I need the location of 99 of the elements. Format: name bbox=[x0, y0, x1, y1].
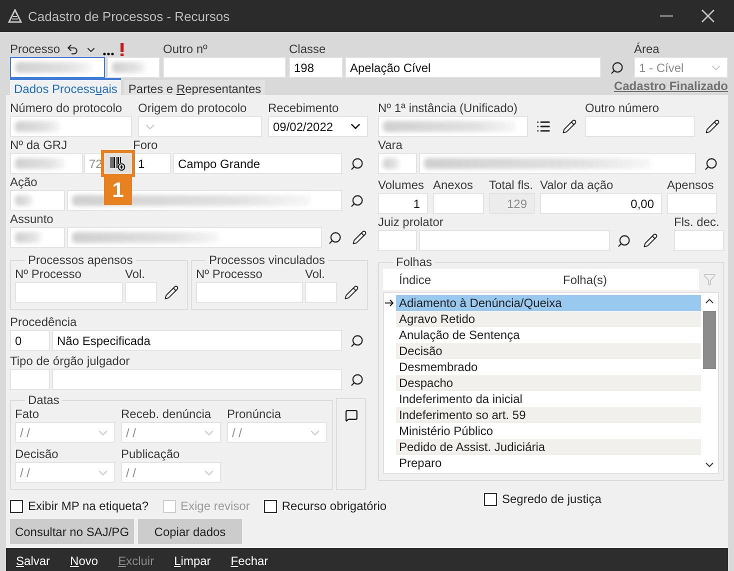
action-button[interactable]: Copiar dados bbox=[138, 519, 242, 544]
pencil-icon bbox=[562, 119, 576, 134]
pencil-icon bbox=[164, 285, 178, 300]
comment-icon bbox=[344, 409, 358, 422]
field-label: Vara bbox=[378, 138, 404, 152]
field-label: Fls. dec. bbox=[674, 215, 720, 229]
column-header[interactable]: Folha(s) bbox=[563, 269, 699, 290]
field-label: Foro bbox=[133, 138, 159, 152]
list-item[interactable]: Indeferimento so art. 59 bbox=[396, 407, 701, 423]
field-label: Número do protocolo bbox=[10, 101, 124, 115]
group-title: Processos apensos bbox=[27, 253, 134, 267]
search-icon bbox=[704, 156, 718, 170]
app-logo-icon bbox=[8, 9, 22, 23]
field-label: Apensos bbox=[667, 178, 715, 192]
checkbox[interactable] bbox=[484, 492, 497, 506]
field-label: Procedência bbox=[10, 315, 78, 329]
group-title: Processos vinculados bbox=[208, 253, 326, 267]
field-label: Total fls. bbox=[489, 178, 534, 192]
field-label: Volumes bbox=[378, 178, 426, 192]
close-icon bbox=[701, 9, 715, 23]
field-label: Tipo de órgão julgador bbox=[10, 354, 131, 368]
field-label: Juiz prolator bbox=[378, 215, 444, 229]
field-label: Vol. bbox=[125, 267, 146, 281]
undo-icon[interactable] bbox=[66, 43, 80, 56]
action-button[interactable]: Consultar no SAJ/PG bbox=[10, 519, 134, 544]
search-icon bbox=[350, 194, 364, 208]
callout-badge: 1 bbox=[104, 177, 132, 205]
dropdown-field[interactable]: 09/02/2022 bbox=[268, 116, 368, 137]
search-icon bbox=[328, 230, 342, 244]
pencil-icon bbox=[642, 233, 658, 248]
menu-button[interactable]: Limpar bbox=[174, 554, 211, 568]
field-label: Anexos bbox=[433, 178, 474, 192]
search-icon bbox=[350, 372, 364, 386]
blurred-text bbox=[112, 62, 146, 73]
warning-icon bbox=[120, 43, 124, 56]
list-item[interactable]: Agravo Retido bbox=[396, 311, 701, 327]
window-title: Cadastro de Processos - Recursos bbox=[28, 8, 231, 24]
menu-button[interactable]: Salvar bbox=[16, 554, 50, 568]
field-label: Pronúncia bbox=[227, 407, 282, 421]
search-icon bbox=[617, 234, 631, 248]
field-label: Outro nº bbox=[163, 42, 208, 56]
input-field[interactable] bbox=[10, 57, 105, 78]
menu-button[interactable]: Fechar bbox=[230, 554, 268, 568]
input-field[interactable]: 0 bbox=[10, 330, 50, 351]
list-item[interactable]: Pedido de Assist. Judiciária bbox=[396, 439, 701, 455]
tab[interactable]: Dados Processuais bbox=[10, 78, 122, 95]
checkbox-label: Segredo de justiça bbox=[502, 492, 602, 506]
status-link[interactable]: Cadastro Finalizado bbox=[614, 79, 728, 95]
list-icon bbox=[536, 119, 550, 134]
menu-button[interactable]: Novo bbox=[70, 554, 98, 568]
search-icon bbox=[350, 156, 364, 170]
filter-icon bbox=[702, 273, 716, 286]
field-label: Classe bbox=[289, 42, 327, 56]
checkbox-label: Exibir MP na etiqueta? bbox=[28, 499, 149, 513]
group-title: Datas bbox=[27, 393, 60, 407]
field-label: Ação bbox=[10, 175, 38, 189]
more-icon[interactable] bbox=[103, 52, 114, 56]
checkbox[interactable] bbox=[264, 500, 277, 512]
field-label: Outro número bbox=[585, 101, 660, 115]
input-field[interactable]: 198 bbox=[289, 57, 343, 78]
search-icon bbox=[350, 334, 364, 348]
dropdown-field[interactable] bbox=[138, 116, 262, 137]
current-row-arrow-icon bbox=[385, 299, 394, 307]
field-label: Nº 1ª instância (Unificado) bbox=[378, 101, 519, 115]
field-label: Publicação bbox=[121, 447, 181, 461]
field-label: Área bbox=[634, 42, 660, 56]
field-label: Nº Processo bbox=[15, 267, 82, 281]
field-label: Origem do protocolo bbox=[138, 101, 248, 115]
input-field[interactable]: Campo Grande bbox=[173, 153, 342, 174]
field-label: Assunto bbox=[10, 212, 54, 226]
tab[interactable]: Partes e Representantes bbox=[124, 80, 266, 95]
column-header[interactable]: Índice bbox=[383, 269, 563, 290]
barcode-icon bbox=[110, 156, 126, 171]
checkbox-label: Recurso obrigatório bbox=[282, 499, 387, 513]
checkbox-label: Exige revisor bbox=[180, 499, 250, 513]
input-field[interactable]: 1 bbox=[133, 153, 171, 174]
minimize-icon bbox=[660, 15, 672, 17]
checkbox[interactable] bbox=[10, 500, 23, 512]
field-label: Nº Processo bbox=[196, 267, 264, 281]
search-icon bbox=[610, 60, 624, 74]
pencil-icon bbox=[704, 119, 720, 134]
input-field[interactable]: 1 bbox=[378, 193, 428, 214]
field-label: Receb. denúncia bbox=[121, 407, 212, 421]
comment-button[interactable] bbox=[336, 398, 366, 490]
input-field[interactable]: Não Especificada bbox=[52, 330, 342, 351]
field-label: Vol. bbox=[305, 267, 326, 281]
field-label: Recebimento bbox=[268, 101, 340, 115]
field-label: Valor da ação bbox=[540, 178, 614, 192]
field-label: Processo bbox=[10, 42, 60, 56]
list-item[interactable]: Decisão bbox=[396, 343, 701, 359]
list-item[interactable]: Despacho bbox=[396, 375, 701, 391]
input-field[interactable]: 0,00 bbox=[540, 193, 662, 214]
pencil-icon bbox=[344, 285, 358, 300]
field-label: Fato bbox=[15, 407, 40, 421]
input-field[interactable]: Apelação Cível bbox=[345, 57, 601, 78]
field-label: Nº da GRJ bbox=[10, 138, 68, 152]
pencil-icon bbox=[352, 230, 366, 245]
group-title: Folhas bbox=[395, 255, 434, 269]
field-label: Decisão bbox=[15, 447, 60, 461]
